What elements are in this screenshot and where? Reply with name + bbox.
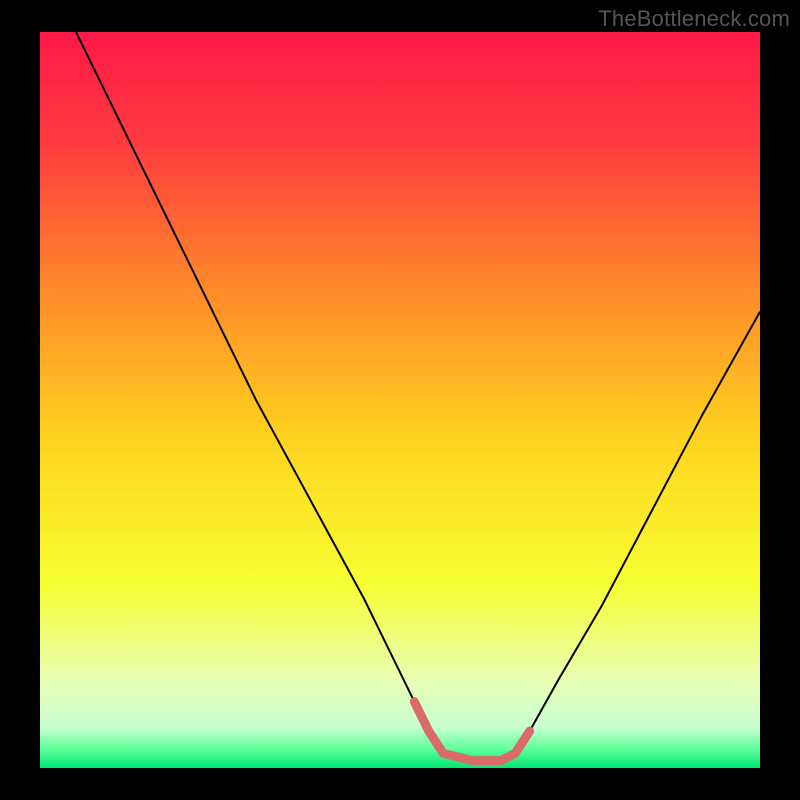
plot-area: [40, 32, 760, 768]
gradient-background: [40, 32, 760, 768]
watermark-text: TheBottleneck.com: [598, 6, 790, 32]
chart-svg: [40, 32, 760, 768]
chart-frame: TheBottleneck.com: [0, 0, 800, 800]
